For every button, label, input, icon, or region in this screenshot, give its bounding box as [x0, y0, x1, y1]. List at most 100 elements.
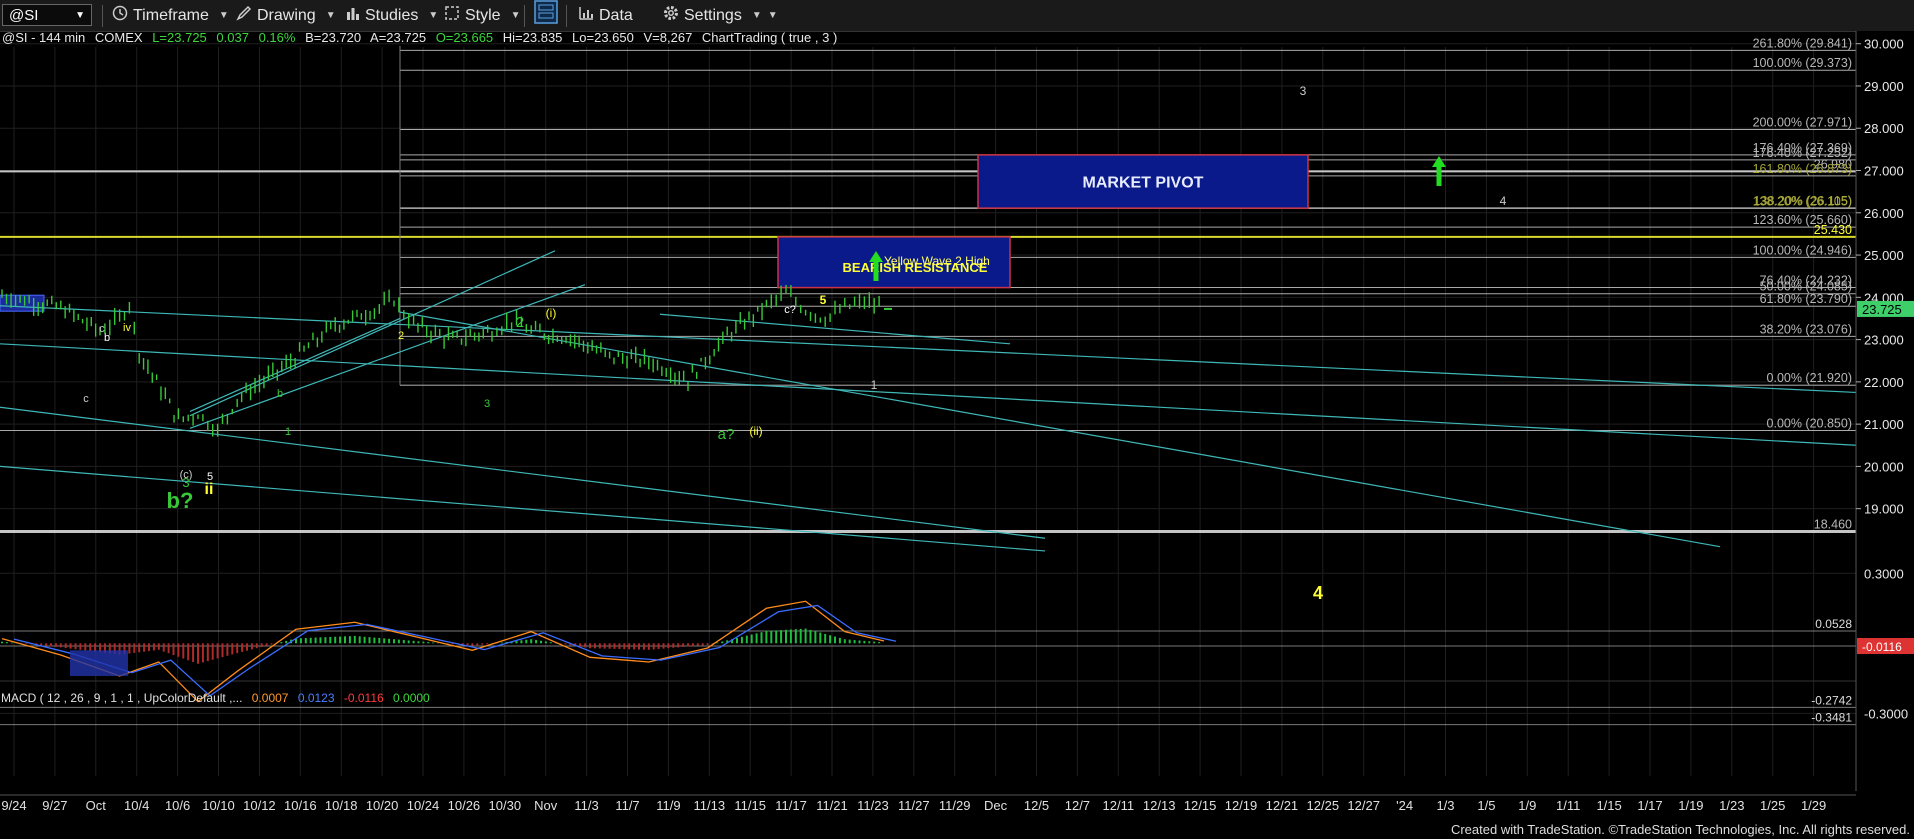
chevron-down-icon[interactable]: ▼: [75, 10, 85, 21]
info-high: Hi=23.835: [503, 31, 563, 45]
chevron-down-icon: ▼: [751, 10, 762, 21]
price-tick-label: 29.000: [1864, 79, 1904, 94]
wave-label: 2: [398, 330, 404, 342]
price-tick-label: 20.000: [1864, 459, 1904, 474]
price-axis[interactable]: 30.00029.00028.00027.00026.00025.00024.0…: [1855, 31, 1914, 791]
price-tick-label: 26.000: [1864, 206, 1904, 221]
drawing-label: Drawing: [257, 6, 316, 24]
wave-label: b: [104, 332, 110, 344]
macd-signal-line: [13, 604, 897, 697]
svg-text:MACD ( 12 , 26 , 9 , 1 , 1 , U: MACD ( 12 , 26 , 9 , 1 , 1 , UpColorDefa…: [1, 691, 430, 705]
wave-label: ii: [205, 481, 214, 498]
wave-label: b: [277, 388, 283, 400]
time-axis[interactable]: 9/24 9/27 Oct 10/4 10/6 10/10 10/12 10/16 10/18 1…: [0, 794, 1856, 813]
studies-label: Studies: [365, 6, 419, 24]
macd-value-3: -0.0116: [344, 691, 384, 705]
macd-tick-label: 0.3000: [1864, 566, 1904, 581]
style-button[interactable]: Style ▼: [444, 4, 520, 27]
info-exchange: COMEX: [95, 31, 143, 45]
time-tick-label: 12/13: [1143, 798, 1176, 813]
fib-level-label: 100.00% (24.946): [1753, 243, 1852, 257]
time-tick-label: 1/5: [1477, 798, 1495, 813]
trend-line: [399, 311, 1721, 548]
divider: [524, 5, 525, 27]
drawing-button[interactable]: Drawing ▼: [236, 4, 336, 27]
price-series: [1, 284, 892, 437]
price-tick-label: 25.000: [1864, 248, 1904, 263]
layout-toggle-button[interactable]: [534, 0, 558, 29]
wave-label: 5: [207, 471, 213, 483]
trend-channels: [0, 250, 1857, 552]
time-tick-label: 12/7: [1065, 798, 1090, 813]
time-tick-label: 12/25: [1307, 798, 1340, 813]
time-tick-label: 1/19: [1678, 798, 1703, 813]
macd-value-1: 0.0007: [252, 691, 289, 705]
info-symbol: @SI - 144 min: [2, 31, 85, 45]
price-axis-bg: [1856, 31, 1914, 791]
copyright-text: Created with TradeStation. ©TradeStation…: [1450, 822, 1910, 837]
wave-label: (c): [180, 469, 193, 481]
settings-button[interactable]: Settings ▼ ▼: [663, 4, 778, 27]
style-icon: [444, 5, 460, 26]
wave-label: (i): [546, 306, 557, 320]
timeframe-button[interactable]: Timeframe ▼: [112, 4, 229, 27]
time-tick-label: 11/9: [656, 798, 680, 813]
time-tick-label: 10/30: [489, 798, 522, 813]
panel-layout-icon: [534, 0, 558, 29]
fib-level-label: 261.80% (29.841): [1753, 36, 1852, 50]
last-price-label: 23.725: [1862, 302, 1902, 317]
time-tick-label: 12/21: [1266, 798, 1299, 813]
studies-button[interactable]: Studies ▼: [346, 4, 438, 27]
macd-value-4: 0.0000: [393, 691, 430, 705]
data-button[interactable]: Data: [578, 4, 633, 27]
style-label: Style: [465, 6, 501, 24]
wave-label: c: [83, 393, 89, 405]
fib-level-label: 100.00% (29.373): [1753, 56, 1852, 70]
time-tick-label: 10/24: [407, 798, 440, 813]
time-tick-label: 10/6: [165, 798, 190, 813]
symbol-input[interactable]: @SI ▼: [2, 4, 92, 26]
time-tick-label: 1/3: [1436, 798, 1454, 813]
settings-label: Settings: [684, 6, 742, 24]
price-chart[interactable]: 261.80% (29.841) 100.00% (29.373) 200.00% …: [0, 31, 1914, 820]
chart-grid: [0, 43, 1856, 776]
svg-text:@SI - 144 min COMEX: @SI - 144 min COMEX L=23.725 0.037 0.16%…: [2, 31, 837, 45]
divider: [102, 5, 103, 27]
chevron-down-icon: ▼: [428, 10, 439, 21]
time-tick-label: 12/5: [1024, 798, 1049, 813]
time-tick-label: 12/11: [1103, 798, 1135, 813]
time-tick-label: 11/7: [615, 798, 639, 813]
info-pct: 0.16%: [259, 31, 296, 45]
time-tick-label: 11/3: [574, 798, 598, 813]
time-tick-label: 12/15: [1184, 798, 1217, 813]
wave-label: 2: [516, 314, 524, 331]
time-tick-label: 11/21: [816, 798, 848, 813]
wave-label: 4: [1500, 194, 1507, 208]
time-tick-label: 10/26: [448, 798, 481, 813]
macd-value-label: -0.0116: [1862, 640, 1902, 654]
time-tick-label: 10/20: [366, 798, 399, 813]
timeframe-label: Timeframe: [133, 6, 209, 24]
time-tick-label: '24: [1396, 798, 1413, 813]
time-tick-label: Nov: [534, 798, 558, 813]
time-tick-label: 10/16: [284, 798, 317, 813]
price-tick-label: 21.000: [1864, 417, 1904, 432]
chevron-down-icon: ▼: [218, 10, 229, 21]
market-pivot-label: MARKET PIVOT: [1083, 175, 1204, 192]
price-tick-label: 27.000: [1864, 164, 1904, 179]
trend-line: [189, 250, 556, 417]
time-tick-label: 11/15: [734, 798, 766, 813]
toolbar: @SI ▼ Timeframe ▼ Drawing ▼ Studies ▼ St…: [0, 0, 1914, 32]
info-low: Lo=23.650: [572, 31, 634, 45]
time-tick-label: 10/4: [124, 798, 149, 813]
wave-label: 5: [820, 293, 827, 307]
wave-label: 1: [871, 378, 878, 392]
time-tick-label: Oct: [86, 798, 107, 813]
time-tick-label: 1/17: [1637, 798, 1662, 813]
wave-label: 1: [285, 426, 291, 438]
time-tick-label: 11/27: [898, 798, 930, 813]
price-tick-label: 28.000: [1864, 121, 1904, 136]
fib-level-label: 25.430: [1814, 223, 1852, 237]
yellow-wave-2-high-label: Yellow Wave 2 High: [884, 254, 990, 268]
wave-label: (ii): [749, 424, 762, 438]
